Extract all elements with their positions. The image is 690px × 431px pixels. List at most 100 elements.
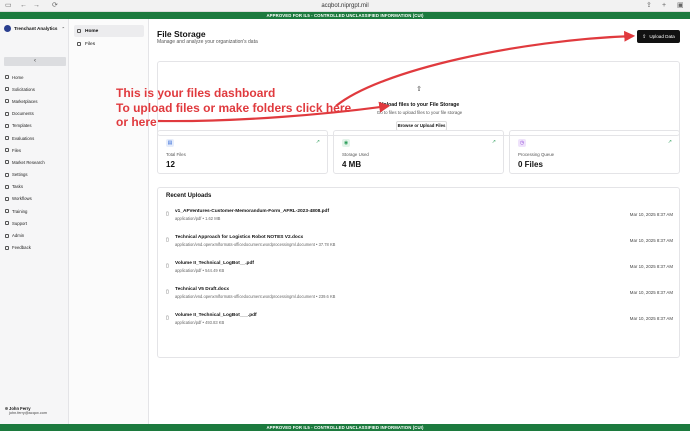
sidebar-item-support[interactable]: Support [0, 217, 69, 229]
file-name: Technical V5 Draft.docx [175, 287, 230, 292]
upload-data-label: Upload Data [649, 34, 675, 39]
file-date: Mar 10, 2025 8:37 AM [629, 316, 673, 321]
page-subtitle: Manage and analyze your organization's d… [157, 39, 258, 45]
upload-icon: ⇪ [642, 33, 647, 40]
arrow-up-right-icon[interactable]: ↗ [668, 139, 672, 145]
sidebar-item-label: Templates [12, 123, 32, 129]
chevron-left-icon: ‹ [34, 58, 36, 64]
folder-icon [5, 148, 9, 153]
sidebar-item-label: Market Research [12, 159, 45, 165]
book-icon [5, 209, 9, 214]
file-meta: application/vnd.openxmlformats-officedoc… [175, 294, 336, 299]
file-name: v1_AFVentures-Customer-Memorandum-Form_A… [175, 209, 330, 214]
sidebar-item-home[interactable]: Home [0, 71, 69, 83]
sidebar-item-label: Training [12, 208, 28, 214]
file-icon: ▯ [166, 289, 169, 295]
sidebar-item-files[interactable]: Files [0, 144, 69, 156]
upload-icon: ⇧ [416, 86, 422, 93]
arrow-up-right-icon[interactable]: ↗ [492, 139, 496, 145]
file-icon: ▯ [166, 315, 169, 321]
file-name: Volume II_Technical_LogBot__.pdf [175, 261, 254, 266]
help-icon [5, 221, 9, 226]
annotation-line-2: To upload files or make folders click he… [116, 100, 352, 115]
address-bar[interactable]: acqbot.niprgpt.mil [0, 1, 690, 11]
cui-banner-bottom: APPROVED FOR IL5 - CONTROLLED UNCLASSIFI… [0, 424, 690, 431]
file-icon: ▯ [166, 237, 169, 243]
stat-card-total-files: ▤ ↗ Total Files 12 [157, 130, 328, 174]
page-title: File Storage [157, 29, 206, 39]
collapse-sidebar-button[interactable]: ‹ [4, 57, 66, 66]
stat-value: 0 Files [518, 160, 543, 169]
sidebar-item-evaluations[interactable]: Evaluations [0, 132, 69, 144]
stat-label: Total Files [166, 152, 186, 157]
sidebar-item-training[interactable]: Training [0, 205, 69, 217]
sidebar-item-label: Marketplaces [12, 98, 38, 104]
clock-icon: ◷ [518, 139, 526, 147]
stat-card-storage-used: ◉ ↗ Storage Used 4 MB [333, 130, 504, 174]
sidebar-item-settings[interactable]: Settings [0, 169, 69, 181]
file-meta: application/pdf • 1.62 MB [175, 216, 221, 221]
user-profile[interactable]: John Ferry john.ferry@acqox.com [5, 406, 67, 415]
list-item[interactable]: ▯ Volume II_Technical_LogBot__.pdf appli… [166, 261, 673, 281]
check-icon [5, 184, 9, 189]
stat-label: Storage Used [342, 152, 369, 157]
file-name: Volume II_Technical_LogBot___.pdf [175, 313, 257, 318]
database-icon: ◉ [342, 139, 350, 147]
sidebar: Trenchant Analytics ⌃ ‹ Home Solicitatio… [0, 19, 69, 424]
list-item[interactable]: ▯ Volume II_Technical_LogBot___.pdf appl… [166, 313, 673, 333]
share-icon[interactable]: ⇪ [646, 1, 652, 11]
store-icon [5, 99, 9, 104]
main-content: File Storage Manage and analyze your org… [149, 19, 690, 424]
file-meta: application/pdf • 493.83 KB [175, 320, 225, 325]
sidebar-item-label: Evaluations [12, 135, 35, 141]
subnav-item-files[interactable]: Files [74, 38, 144, 50]
list-item[interactable]: ▯ v1_AFVentures-Customer-Memorandum-Form… [166, 209, 673, 229]
sidebar-item-templates[interactable]: Templates [0, 120, 69, 132]
file-meta: application/vnd.openxmlformats-officedoc… [175, 242, 336, 247]
tabs-icon[interactable]: ▣ [677, 1, 684, 11]
chat-icon [5, 245, 9, 250]
sidebar-item-label: Support [12, 220, 28, 226]
sidebar-item-label: Workflows [12, 196, 32, 202]
list-item[interactable]: ▯ Technical V5 Draft.docx application/vn… [166, 287, 673, 307]
org-switcher[interactable]: Trenchant Analytics ⌃ [4, 23, 66, 33]
file-date: Mar 10, 2025 8:37 AM [629, 238, 673, 243]
annotation-text: This is your files dashboard To upload f… [116, 86, 351, 130]
file-icon: ▯ [166, 211, 169, 217]
stat-label: Processing Queue [518, 152, 555, 157]
chevron-updown-icon: ⌃ [61, 25, 65, 31]
upload-data-button[interactable]: ⇪ Upload Data [637, 30, 680, 43]
sidebar-item-tasks[interactable]: Tasks [0, 181, 69, 193]
megaphone-icon [5, 87, 9, 92]
sidebar-item-workflows[interactable]: Workflows [0, 193, 69, 205]
sidebar-item-label: Home [12, 74, 24, 80]
new-tab-icon[interactable]: + [662, 1, 666, 11]
file-icon: ▯ [166, 263, 169, 269]
sidebar-item-documents[interactable]: Documents [0, 108, 69, 120]
sidebar-item-label: Settings [12, 172, 28, 178]
org-logo [4, 24, 11, 32]
sidebar-item-marketplaces[interactable]: Marketplaces [0, 95, 69, 107]
sidebar-item-feedback[interactable]: Feedback [0, 242, 69, 254]
file-icon: ▤ [166, 139, 174, 147]
sidebar-item-solicitations[interactable]: Solicitations [0, 83, 69, 95]
subnav-item-home[interactable]: Home [74, 25, 144, 37]
sidebar-item-label: Tasks [12, 184, 23, 190]
annotation-line-1: This is your files dashboard [116, 86, 276, 100]
file-date: Mar 10, 2025 8:37 AM [629, 212, 673, 217]
section-title: Recent Uploads [166, 193, 212, 199]
file-meta: application/pdf • 544.49 KB [175, 268, 225, 273]
sidebar-nav: Home Solicitations Marketplaces Document… [0, 71, 69, 254]
subnav-item-label: Files [85, 41, 96, 47]
gear-icon [5, 172, 9, 177]
arrow-up-right-icon[interactable]: ↗ [316, 139, 320, 145]
search-icon [5, 160, 9, 165]
sidebar-item-admin[interactable]: Admin [0, 229, 69, 241]
stat-card-processing-queue: ◷ ↗ Processing Queue 0 Files [509, 130, 680, 174]
home-icon [5, 75, 9, 80]
list-item[interactable]: ▯ Technical Approach for Logistics Robot… [166, 235, 673, 255]
org-name: Trenchant Analytics [14, 25, 58, 31]
sidebar-item-market-research[interactable]: Market Research [0, 156, 69, 168]
file-date: Mar 10, 2025 8:37 AM [629, 290, 673, 295]
file-name: Technical Approach for Logistics Robot N… [175, 235, 304, 240]
